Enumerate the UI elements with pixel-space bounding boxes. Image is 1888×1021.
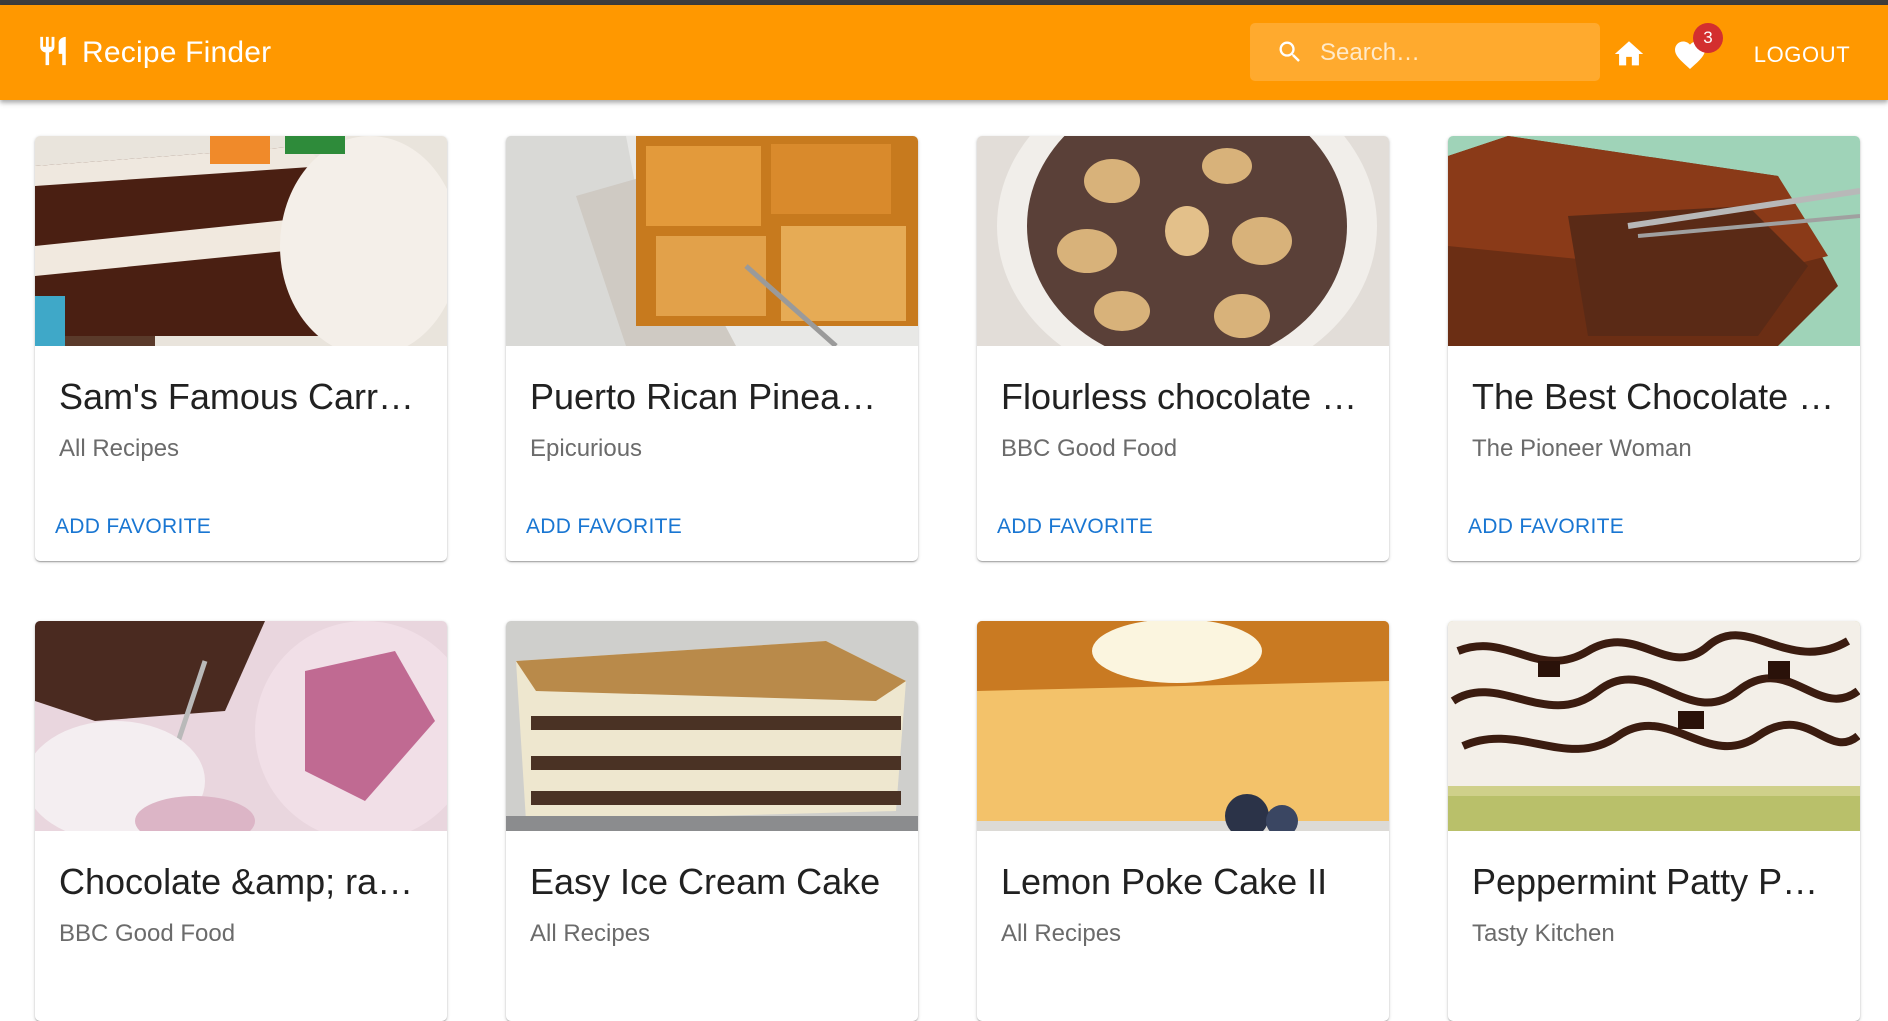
recipe-card: Flourless chocolate … BBC Good Food ADD … bbox=[977, 136, 1389, 561]
recipe-image-chocolate-raspberry-cake[interactable] bbox=[35, 621, 447, 831]
recipe-source: The Pioneer Woman bbox=[1472, 435, 1692, 462]
restaurant-icon bbox=[36, 34, 70, 73]
add-favorite-button[interactable]: ADD FAVORITE bbox=[985, 507, 1165, 547]
recipe-image-ice-cream-cake[interactable] bbox=[506, 621, 918, 831]
add-favorite-button[interactable]: ADD FAVORITE bbox=[514, 507, 694, 547]
recipe-image-lemon-poke-cake[interactable] bbox=[977, 621, 1389, 831]
recipe-card: Lemon Poke Cake II All Recipes bbox=[977, 621, 1389, 1021]
recipe-source: All Recipes bbox=[59, 435, 180, 462]
recipe-image-chocolate-sheet-cake[interactable] bbox=[1448, 136, 1860, 346]
recipe-image-pineapple-cake[interactable] bbox=[506, 136, 918, 346]
recipe-title: The Best Chocolate … bbox=[1472, 376, 1835, 417]
recipe-title: Lemon Poke Cake II bbox=[1001, 861, 1328, 902]
recipe-card: Sam's Famous Carr… All Recipes ADD FAVOR… bbox=[35, 136, 447, 561]
recipe-image-chocolate-pear-cake[interactable] bbox=[977, 136, 1389, 346]
recipe-card: Puerto Rican Pinea… Epicurious ADD FAVOR… bbox=[506, 136, 918, 561]
recipe-title: Easy Ice Cream Cake bbox=[530, 861, 881, 902]
search-input[interactable] bbox=[1318, 31, 1592, 75]
add-favorite-button[interactable]: ADD FAVORITE bbox=[1456, 507, 1636, 547]
heart-icon bbox=[1672, 41, 1708, 77]
recipe-title: Peppermint Patty P… bbox=[1472, 861, 1819, 902]
search-box[interactable] bbox=[1250, 23, 1600, 81]
recipe-source: All Recipes bbox=[1001, 920, 1122, 947]
home-icon bbox=[1612, 41, 1646, 75]
recipe-title: Sam's Famous Carr… bbox=[59, 376, 414, 417]
recipe-title: Puerto Rican Pinea… bbox=[530, 376, 877, 417]
favorites-count-badge: 3 bbox=[1693, 23, 1723, 53]
brand: Recipe Finder bbox=[36, 33, 271, 73]
recipe-card: Easy Ice Cream Cake All Recipes bbox=[506, 621, 918, 1021]
recipe-source: Epicurious bbox=[530, 435, 643, 462]
recipe-image-peppermint-patty[interactable] bbox=[1448, 621, 1860, 831]
recipe-card: The Best Chocolate … The Pioneer Woman A… bbox=[1448, 136, 1860, 561]
recipe-card: Chocolate &amp; ra… BBC Good Food bbox=[35, 621, 447, 1021]
app-title: Recipe Finder bbox=[82, 36, 272, 69]
recipe-source: BBC Good Food bbox=[1001, 435, 1178, 462]
recipe-image-carrot-cake[interactable] bbox=[35, 136, 447, 346]
add-favorite-button[interactable]: ADD FAVORITE bbox=[43, 507, 223, 547]
recipe-title: Flourless chocolate … bbox=[1001, 376, 1358, 417]
recipe-source: BBC Good Food bbox=[59, 920, 236, 947]
recipe-source: Tasty Kitchen bbox=[1472, 920, 1615, 947]
recipe-title: Chocolate &amp; ra… bbox=[59, 861, 414, 902]
logout-button[interactable]: LOGOUT bbox=[1742, 35, 1862, 75]
home-button[interactable] bbox=[1612, 37, 1646, 71]
recipe-card: Peppermint Patty P… Tasty Kitchen bbox=[1448, 621, 1860, 1021]
app-bar: Recipe Finder 3 LOGOUT bbox=[0, 5, 1888, 100]
recipe-source: All Recipes bbox=[530, 920, 651, 947]
